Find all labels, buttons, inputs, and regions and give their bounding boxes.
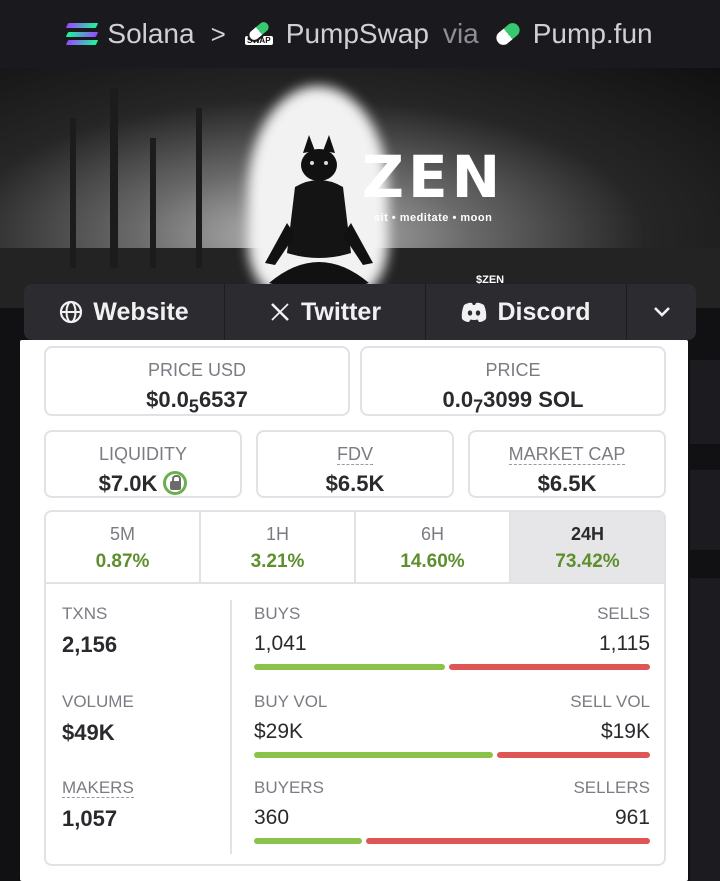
buyers-value: 360 <box>254 806 290 829</box>
price-native-box: PRICE 0.073099 SOL <box>360 346 666 416</box>
twitter-button[interactable]: Twitter <box>225 284 426 340</box>
volume-split: BUY VOL SELL VOL $29K $19K <box>254 692 650 758</box>
volume-stat: VOLUME $49K <box>62 692 134 746</box>
timeframe-tabs: 5M 0.87% 1H 3.21% 6H 14.60% 24H 73.42% <box>44 510 666 584</box>
volume-bar <box>254 752 650 758</box>
lock-icon[interactable] <box>163 471 188 496</box>
buy-vol-value: $29K <box>254 720 304 743</box>
pumpfun-icon <box>490 17 526 51</box>
tab-1h[interactable]: 1H 3.21% <box>201 512 356 582</box>
side-panel-edge <box>690 578 720 881</box>
sell-vol-value: $19K <box>600 720 650 743</box>
twitter-label: Twitter <box>300 297 382 326</box>
stats-divider <box>230 600 232 854</box>
buyers-label: BUYERS <box>254 778 324 797</box>
tree-silhouette <box>70 118 76 268</box>
makers-value: 1,057 <box>62 806 118 831</box>
solana-icon <box>66 23 99 45</box>
tab-5m-label: 5M <box>109 524 135 544</box>
discord-label: Discord <box>497 297 591 326</box>
tab-24h-change: 73.42% <box>555 551 620 572</box>
liquidity-label: LIQUIDITY <box>98 444 187 464</box>
tab-24h-label: 24H <box>570 524 605 544</box>
buys-label: BUYS <box>254 604 301 623</box>
sell-vol-label: SELL VOL <box>570 692 650 711</box>
side-panel-edge <box>690 360 720 444</box>
price-native-label: PRICE <box>485 360 541 380</box>
tab-24h[interactable]: 24H 73.42% <box>511 512 664 582</box>
tab-5m-change: 0.87% <box>95 551 150 572</box>
price-usd-box: PRICE USD $0.056537 <box>44 346 350 416</box>
tab-6h-label: 6H <box>420 524 444 544</box>
tab-1h-change: 3.21% <box>250 551 305 572</box>
pumpswap-icon: SWAP <box>242 16 276 45</box>
social-links-bar: Website Twitter Discord <box>24 284 696 340</box>
buyers-bar <box>254 838 363 844</box>
chevron-down-icon <box>653 307 670 317</box>
x-logo-icon <box>271 303 289 321</box>
txns-stat: TXNS 2,156 <box>62 604 117 658</box>
token-banner: ZEN sit • meditate • moon $ZEN <box>0 68 720 308</box>
tab-1h-label: 1H <box>265 524 289 544</box>
sellers-bar <box>366 838 650 844</box>
fdv-label[interactable]: FDV <box>258 444 452 465</box>
tree-silhouette <box>196 108 202 268</box>
website-label: Website <box>93 297 189 326</box>
sellers-label: SELLERS <box>573 778 650 797</box>
tab-6h-change: 14.60% <box>400 551 465 572</box>
token-stats-card: PRICE USD $0.056537 PRICE 0.073099 SOL L… <box>20 340 688 881</box>
txns-value: 2,156 <box>62 632 118 657</box>
price-usd-value: $0.056537 <box>146 387 248 417</box>
side-panel-edge <box>690 470 720 550</box>
breadcrumb-dex[interactable]: PumpSwap <box>286 18 429 50</box>
more-links-button[interactable] <box>627 284 696 340</box>
breadcrumb: Solana > SWAP PumpSwap via Pump.fun <box>0 0 720 68</box>
tree-silhouette <box>110 88 118 268</box>
liquidity-box: LIQUIDITY $7.0K <box>44 430 242 498</box>
website-button[interactable]: Website <box>24 284 225 340</box>
price-native-value: 0.073099 SOL <box>442 387 584 417</box>
tab-6h[interactable]: 6H 14.60% <box>356 512 511 582</box>
buyers-sellers-bar <box>254 838 650 844</box>
sells-label: SELLS <box>597 604 650 623</box>
sells-value: 1,115 <box>599 632 650 655</box>
volume-label: VOLUME <box>62 692 134 711</box>
globe-icon <box>60 300 83 324</box>
sells-bar <box>449 664 650 670</box>
buys-bar <box>254 664 446 670</box>
volume-value: $49K <box>62 720 115 745</box>
buys-sells-split: BUYS SELLS 1,041 1,115 <box>254 604 650 670</box>
zen-logo: ZEN sit • meditate • moon <box>362 148 504 224</box>
buyers-sellers-split: BUYERS SELLERS 360 961 <box>254 778 650 844</box>
zen-logo-text: ZEN <box>362 143 505 211</box>
txns-label: TXNS <box>62 604 108 623</box>
breadcrumb-via: via <box>442 18 479 49</box>
liquidity-value: $7.0K <box>46 471 240 497</box>
sell-vol-bar <box>497 752 650 758</box>
tree-silhouette <box>150 138 156 268</box>
buys-value: 1,041 <box>254 632 307 655</box>
breadcrumb-launchpad[interactable]: Pump.fun <box>533 18 653 50</box>
discord-button[interactable]: Discord <box>426 284 627 340</box>
breadcrumb-chain[interactable]: Solana <box>107 18 194 50</box>
discord-icon <box>462 302 487 322</box>
buy-vol-bar <box>254 752 494 758</box>
transaction-stats: TXNS 2,156 VOLUME $49K MAKERS 1,057 BUYS… <box>44 582 666 866</box>
price-usd-label: PRICE USD <box>147 360 246 380</box>
tab-5m[interactable]: 5M 0.87% <box>46 512 201 582</box>
breadcrumb-separator: > <box>210 18 226 49</box>
fdv-box: FDV $6.5K <box>256 430 454 498</box>
buys-sells-bar <box>254 664 650 670</box>
makers-stat: MAKERS 1,057 <box>62 778 134 832</box>
sellers-value: 961 <box>614 806 650 829</box>
fdv-value: $6.5K <box>325 471 385 496</box>
zen-tagline: sit • meditate • moon <box>373 212 493 224</box>
buy-vol-label: BUY VOL <box>254 692 328 711</box>
market-cap-box: MARKET CAP $6.5K <box>468 430 666 498</box>
market-cap-value: $6.5K <box>537 471 597 496</box>
market-cap-label[interactable]: MARKET CAP <box>470 444 664 465</box>
meditating-cat-icon <box>265 135 373 291</box>
makers-label[interactable]: MAKERS <box>62 778 134 798</box>
